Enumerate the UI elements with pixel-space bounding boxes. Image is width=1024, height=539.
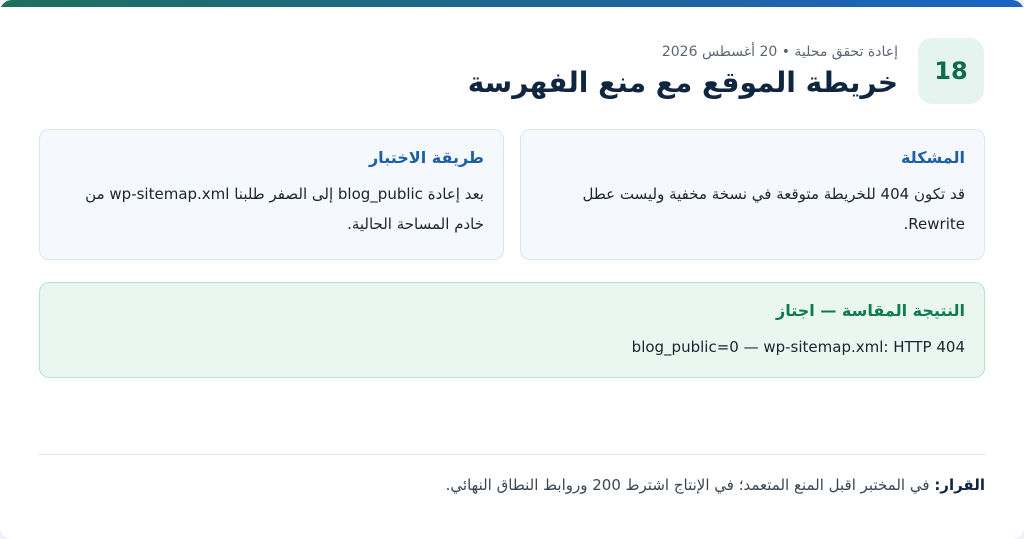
decision-line: القرار: في المختبر اقبل المنع المتعمد؛ ف… <box>446 476 985 494</box>
top-accent-bar <box>0 0 1024 7</box>
report-card: 18 إعادة تحقق محلية • 20 أغسطس 2026 خريط… <box>0 0 1024 539</box>
decision-text: في المختبر اقبل المنع المتعمد؛ في الإنتا… <box>445 476 930 494</box>
header-meta: إعادة تحقق محلية • 20 أغسطس 2026 <box>661 43 898 60</box>
result-box: النتيجة المقاسة — اجتاز blog_public=0 — … <box>39 282 985 378</box>
result-body: blog_public=0 — wp-sitemap.xml: HTTP 404 <box>631 338 965 356</box>
decision-label: القرار: <box>934 476 985 494</box>
item-number-badge: 18 <box>918 38 984 104</box>
method-box: طريقة الاختبار بعد إعادة blog_public إلى… <box>39 129 504 260</box>
problem-box: المشكلة قد تكون 404 للخريطة متوقعة في نس… <box>520 129 985 260</box>
method-body: بعد إعادة blog_public إلى الصفر طلبنا wp… <box>85 185 484 233</box>
result-heading: النتيجة المقاسة — اجتاز <box>776 301 965 320</box>
problem-heading: المشكلة <box>900 148 965 167</box>
divider <box>39 454 985 455</box>
card-header: 18 إعادة تحقق محلية • 20 أغسطس 2026 خريط… <box>468 38 984 104</box>
method-heading: طريقة الاختبار <box>368 148 484 167</box>
header-text: إعادة تحقق محلية • 20 أغسطس 2026 خريطة ا… <box>468 44 898 99</box>
problem-body: قد تكون 404 للخريطة متوقعة في نسخة مخفية… <box>582 185 966 233</box>
page-title: خريطة الموقع مع منع الفهرسة <box>467 65 898 99</box>
